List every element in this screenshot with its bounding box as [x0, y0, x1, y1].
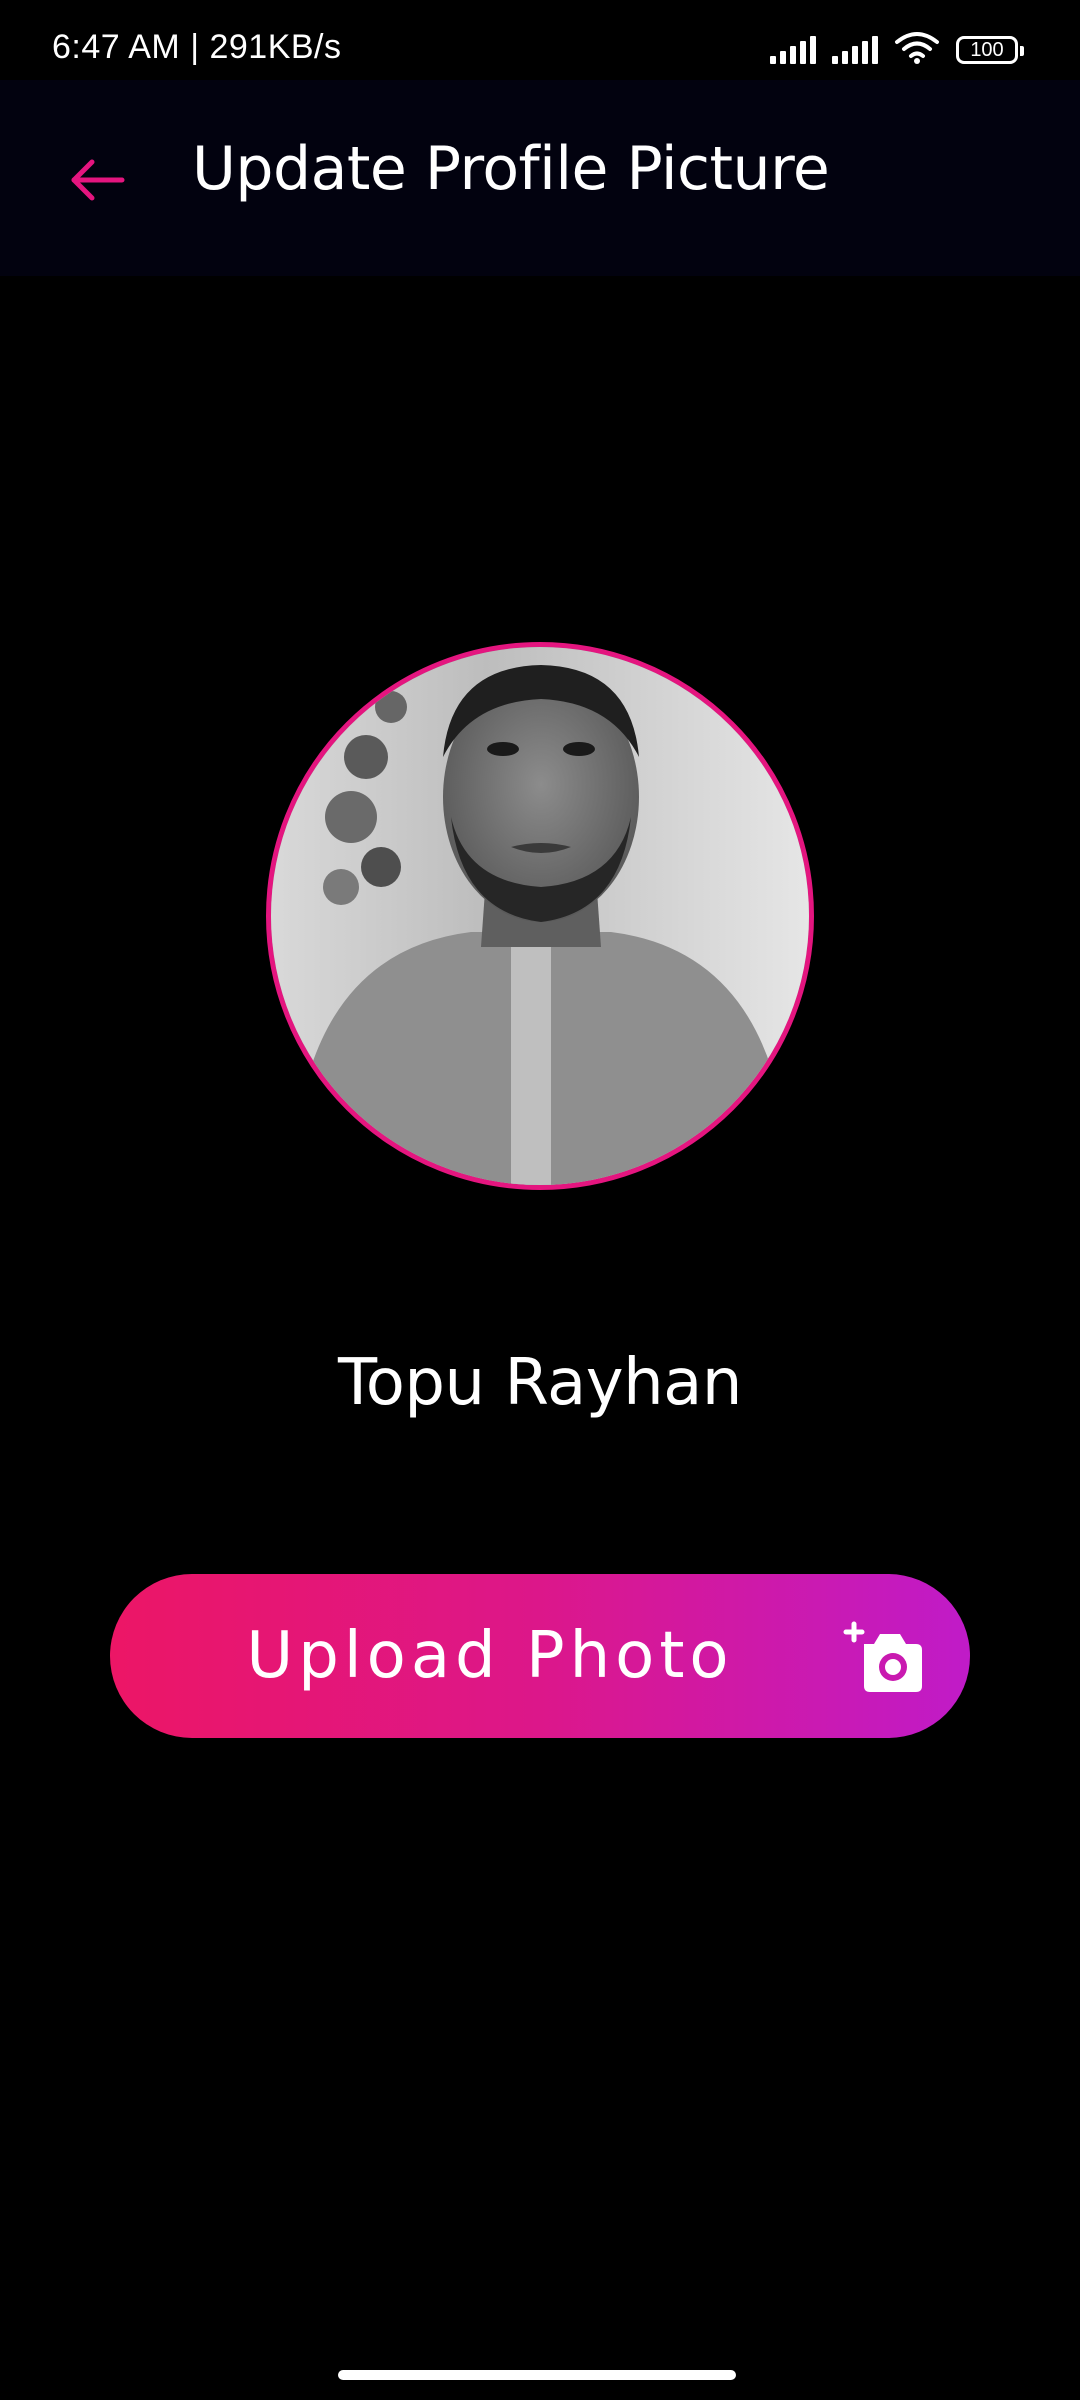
upload-photo-label: Upload Photo [246, 1619, 734, 1693]
home-indicator[interactable] [338, 2370, 736, 2380]
profile-photo [271, 647, 809, 1185]
add-camera-icon [843, 1621, 922, 1692]
wifi-icon [895, 32, 939, 64]
back-button[interactable] [60, 144, 132, 216]
upload-photo-button[interactable]: Upload Photo [110, 1574, 970, 1738]
app-bar: Update Profile Picture [0, 80, 1080, 276]
user-name: Topu Rayhan [338, 1346, 742, 1420]
profile-avatar[interactable] [266, 642, 814, 1190]
signal-icon [832, 34, 878, 64]
status-icons: 100 [770, 30, 1024, 64]
page-title: Update Profile Picture [192, 134, 830, 204]
status-bar: 6:47 AM | 291KB/s 100 [0, 0, 1080, 80]
signal-icon [770, 34, 816, 64]
status-time-speed: 6:47 AM | 291KB/s [52, 28, 342, 66]
battery-icon: 100 [956, 36, 1024, 64]
arrow-left-icon [71, 159, 125, 201]
battery-level: 100 [970, 38, 1004, 61]
